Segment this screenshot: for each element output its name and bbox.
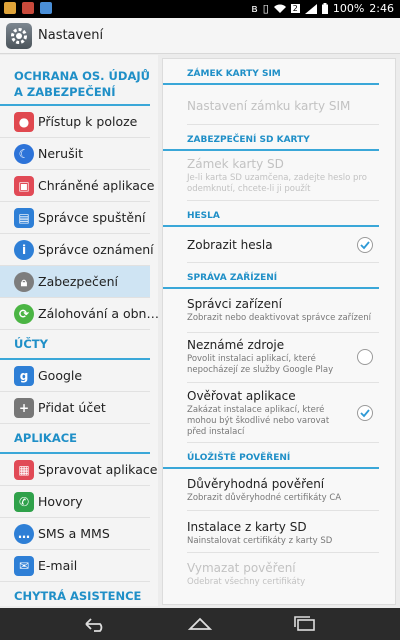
menu-item-manage-apps[interactable]: ▦ Spravovat aplikace [0, 454, 157, 486]
protected-apps-icon: ▣ [14, 176, 34, 196]
device-admins-setting[interactable]: Správci zařízení Zobrazit nebo deaktivov… [187, 289, 379, 333]
menu-item-sms-mms[interactable]: … SMS a MMS [0, 518, 150, 550]
settings-category-list: OCHRANA OS. ÚDAJŮ A ZABEZPEČENÍ ● Přístu… [0, 55, 158, 606]
email-icon: ✉ [14, 556, 34, 576]
menu-item-notification-manager[interactable]: i Správce oznámení [0, 234, 154, 266]
unknown-sources-setting[interactable]: Neznámé zdroje Povolit instalaci aplikac… [187, 333, 379, 383]
battery-icon [321, 3, 328, 14]
lock-icon: 🔒︎ [14, 272, 34, 292]
shield-icon [4, 2, 16, 14]
section-credential-storage: ÚLOŽIŠTĚ POVĚŘENÍ [163, 443, 379, 469]
security-settings-panel: ZÁMEK KARTY SIM Nastavení zámku karty SI… [162, 58, 396, 605]
sd-lock-setting[interactable]: Zámek karty SD Je-li karta SD uzamčena, … [187, 151, 379, 201]
backup-icon: ⟳ [14, 304, 34, 324]
bluetooth-icon: ʙ [251, 2, 258, 15]
category-apps-header: APLIKACE [0, 424, 150, 454]
clock: 2:46 [369, 2, 394, 15]
menu-item-location-access[interactable]: ● Přístup k poloze [0, 106, 150, 138]
sms-icon: … [14, 524, 34, 544]
menu-item-do-not-disturb[interactable]: ☾ Nerušit [0, 138, 150, 170]
action-bar: Nastavení [0, 18, 400, 54]
menu-item-backup[interactable]: ⟳ Zálohování a obn… [0, 298, 158, 330]
sim-icon: 2 [290, 4, 300, 13]
menu-item-add-account[interactable]: + Přidat účet [0, 392, 150, 424]
menu-item-security[interactable]: 🔒︎ Zabezpečení [0, 266, 150, 298]
settings-gear-icon[interactable] [6, 23, 32, 49]
sim-lock-setting[interactable]: Nastavení zámku karty SIM [187, 85, 379, 125]
flag-icon [22, 2, 34, 14]
verify-apps-setting[interactable]: Ověřovat aplikace Zakázat instalace apli… [187, 383, 379, 443]
unknown-sources-checkbox[interactable] [357, 349, 373, 365]
show-passwords-setting[interactable]: Zobrazit hesla [187, 227, 379, 263]
clear-credentials-setting[interactable]: Vymazat pověření Odebrat všechny certifi… [187, 553, 379, 593]
show-passwords-checkbox[interactable] [357, 237, 373, 253]
section-sim-lock: ZÁMEK KARTY SIM [163, 59, 379, 85]
vibrate-icon: ▯ [262, 2, 269, 15]
wifi-icon [273, 4, 286, 13]
location-icon: ● [14, 112, 34, 132]
navigation-bar [0, 608, 400, 640]
moon-icon: ☾ [14, 144, 34, 164]
app-title: Nastavení [38, 28, 104, 43]
battery-percent: 100% [332, 2, 365, 15]
trusted-credentials-setting[interactable]: Důvěryhodná pověření Zobrazit důvěryhodn… [187, 469, 379, 511]
category-security-header: OCHRANA OS. ÚDAJŮ A ZABEZPEČENÍ [0, 55, 150, 106]
section-device-management: SPRÁVA ZAŘÍZENÍ [163, 263, 379, 289]
bar-icon [40, 2, 52, 14]
startup-manager-icon: ▤ [14, 208, 34, 228]
menu-item-calls[interactable]: ✆ Hovory [0, 486, 150, 518]
menu-item-startup-manager[interactable]: ▤ Správce spuštění [0, 202, 150, 234]
menu-item-google[interactable]: g Google [0, 360, 150, 392]
category-smart-assist-header: CHYTRÁ ASISTENCE [0, 582, 150, 606]
section-sd-security: ZABEZPEČENÍ SD KARTY [163, 125, 379, 151]
plus-icon: + [14, 398, 34, 418]
install-from-sd-setting[interactable]: Instalace z karty SD Nainstalovat certif… [187, 511, 379, 553]
back-icon[interactable] [80, 615, 110, 633]
phone-icon: ✆ [14, 492, 34, 512]
signal-icon [304, 3, 317, 14]
section-passwords: HESLA [163, 201, 379, 227]
recents-icon[interactable] [290, 615, 320, 633]
verify-apps-checkbox[interactable] [357, 405, 373, 421]
menu-item-email[interactable]: ✉ E-mail [0, 550, 150, 582]
status-bar: ʙ ▯ 2 100% 2:46 [0, 0, 400, 18]
manage-apps-icon: ▦ [14, 460, 34, 480]
category-accounts-header: ÚČTY [0, 330, 150, 360]
home-icon[interactable] [185, 615, 215, 633]
menu-item-protected-apps[interactable]: ▣ Chráněné aplikace [0, 170, 154, 202]
google-icon: g [14, 366, 34, 386]
notification-info-icon: i [14, 240, 34, 260]
